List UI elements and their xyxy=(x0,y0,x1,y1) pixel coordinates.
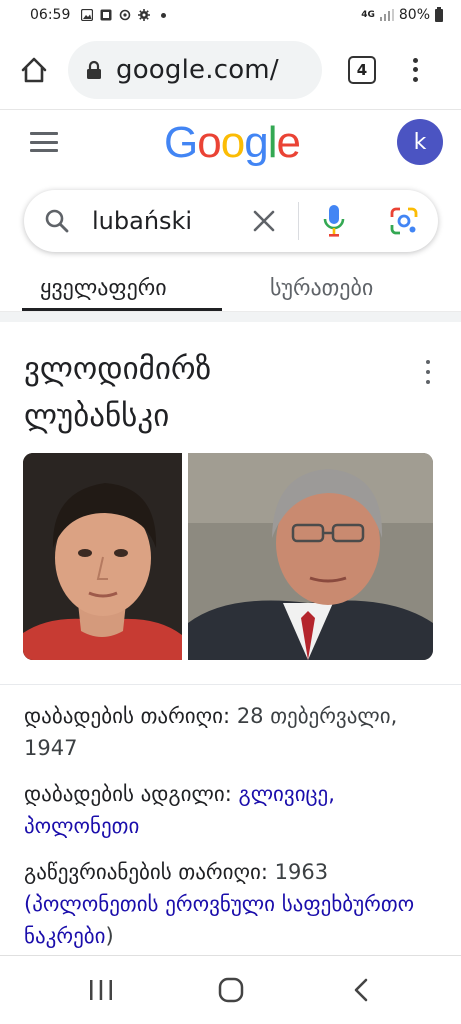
tab-all[interactable]: ყველაფერი xyxy=(40,276,167,301)
sync-icon xyxy=(120,9,131,21)
address-bar[interactable]: google.com/ xyxy=(68,40,322,99)
facts-list: დაბადების თარიღი: 28 თებერვალი, 1947 დაბ… xyxy=(24,700,434,966)
title-line: ვლოდიმირზ xyxy=(24,351,212,387)
screenshot-icon xyxy=(100,9,112,21)
url-text: google.com/ xyxy=(116,54,279,85)
home-button[interactable] xyxy=(14,50,54,90)
fact-label: დაბადების ადგილი: xyxy=(24,782,232,806)
section-separator xyxy=(0,312,461,322)
tab-switcher-button[interactable]: 4 xyxy=(348,55,376,84)
fact-value: 1963 xyxy=(274,860,329,884)
panel-divider xyxy=(0,684,461,685)
fact-label: გაწევრიანების თარიღი: xyxy=(24,860,268,884)
search-divider xyxy=(298,202,299,240)
notification-dot-icon xyxy=(161,12,167,18)
lock-icon xyxy=(86,59,104,81)
hamburger-menu-icon[interactable] xyxy=(30,132,58,152)
battery-percent: 80% xyxy=(398,7,430,23)
settings-icon xyxy=(138,9,151,21)
search-input[interactable] xyxy=(92,202,242,240)
browser-toolbar: google.com/ 4 xyxy=(0,30,461,110)
title-line: ლუბანსკი xyxy=(24,398,170,434)
paren-close: ) xyxy=(105,924,114,948)
google-header: Google k xyxy=(0,112,461,172)
signal-icon xyxy=(379,9,394,21)
status-time: 06:59 xyxy=(30,7,71,23)
system-nav-bar xyxy=(0,955,461,1024)
fact-label: დაბადების თარიღი: xyxy=(24,704,231,728)
menu-dot-icon xyxy=(412,57,418,63)
fact-debut: გაწევრიანების თარიღი: 1963 (პოლონეთის ერ… xyxy=(24,856,434,952)
paren-open: ( xyxy=(24,892,33,916)
battery-icon xyxy=(435,6,443,22)
google-lens-icon[interactable] xyxy=(390,207,418,235)
clear-icon[interactable] xyxy=(252,209,276,233)
gallery-icon xyxy=(81,9,94,21)
search-box xyxy=(24,190,438,252)
google-logo[interactable]: Google xyxy=(164,118,301,168)
network-type: 4G xyxy=(361,10,375,20)
knowledge-panel-title: ვლოდიმირზ ლუბანსკი xyxy=(24,346,394,440)
back-icon[interactable] xyxy=(346,976,376,1004)
home-icon xyxy=(21,57,47,82)
team-link[interactable]: პოლონეთის ეროვნული საფეხბურთო ნაკრები xyxy=(24,892,414,948)
menu-dot-icon xyxy=(412,76,418,82)
microphone-icon[interactable] xyxy=(322,204,346,238)
search-tabs: ყველაფერი სურათები xyxy=(0,268,461,312)
search-icon[interactable] xyxy=(44,208,70,234)
person-photo-older[interactable] xyxy=(188,453,433,660)
more-options-icon[interactable] xyxy=(424,360,432,384)
recents-icon[interactable] xyxy=(86,976,116,1004)
status-bar: 06:59 4G 80% xyxy=(0,0,461,30)
tab-images[interactable]: სურათები xyxy=(270,276,373,301)
fact-birth-place: დაბადების ადგილი: გლივიცე, პოლონეთი xyxy=(24,778,434,842)
fact-birth-date: დაბადების თარიღი: 28 თებერვალი, 1947 xyxy=(24,700,434,764)
browser-menu-button[interactable] xyxy=(408,55,422,85)
account-avatar[interactable]: k xyxy=(397,119,443,165)
home-nav-icon[interactable] xyxy=(216,976,246,1004)
person-photo-young[interactable] xyxy=(23,453,182,660)
menu-dot-icon xyxy=(412,67,418,72)
